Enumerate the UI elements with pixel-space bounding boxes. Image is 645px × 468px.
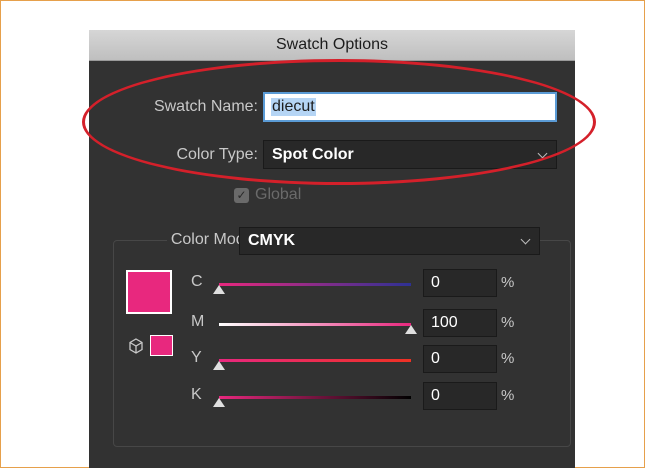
channel-label-c: C xyxy=(191,273,203,290)
out-of-gamut-cube-icon[interactable] xyxy=(128,338,144,354)
color-preview-swatch xyxy=(126,270,172,314)
channel-value-c[interactable]: 0 xyxy=(423,269,497,297)
channel-label-k: K xyxy=(191,386,202,403)
channel-value-y[interactable]: 0 xyxy=(423,345,497,373)
color-mode-group xyxy=(113,240,571,447)
channel-value-m[interactable]: 100 xyxy=(423,309,497,337)
swatch-name-label: Swatch Name: xyxy=(153,98,258,115)
slider-thumb-m[interactable] xyxy=(405,325,417,334)
chevron-down-icon xyxy=(520,234,531,245)
channel-label-y: Y xyxy=(191,349,202,366)
percent-unit: % xyxy=(501,350,515,367)
global-label: Global xyxy=(255,186,302,203)
color-mode-select[interactable]: CMYK xyxy=(239,227,540,255)
slider-track-k[interactable] xyxy=(219,396,411,399)
slider-thumb-y[interactable] xyxy=(213,361,225,370)
slider-track-y[interactable] xyxy=(219,359,411,362)
chevron-down-icon xyxy=(537,148,548,158)
dialog-title: Swatch Options xyxy=(89,30,575,61)
color-mode-value: CMYK xyxy=(248,232,296,249)
swatch-name-input[interactable]: diecut xyxy=(263,92,557,122)
global-checkbox[interactable]: ✓ xyxy=(234,188,249,203)
percent-unit: % xyxy=(501,314,515,331)
slider-track-m[interactable] xyxy=(219,323,411,326)
swatch-options-dialog: Swatch Options Swatch Name: diecut Color… xyxy=(89,30,575,468)
color-type-label: Color Type: xyxy=(176,146,258,163)
in-gamut-swatch[interactable] xyxy=(150,335,173,356)
swatch-name-value: diecut xyxy=(271,98,316,116)
channel-label-m: M xyxy=(191,313,205,330)
slider-thumb-k[interactable] xyxy=(213,398,225,407)
percent-unit: % xyxy=(501,387,515,404)
slider-track-c[interactable] xyxy=(219,283,411,286)
channel-value-k[interactable]: 0 xyxy=(423,382,497,410)
percent-unit: % xyxy=(501,274,515,291)
color-type-select[interactable]: Spot Color xyxy=(263,140,557,169)
slider-thumb-c[interactable] xyxy=(213,285,225,294)
color-type-value: Spot Color xyxy=(272,145,354,163)
